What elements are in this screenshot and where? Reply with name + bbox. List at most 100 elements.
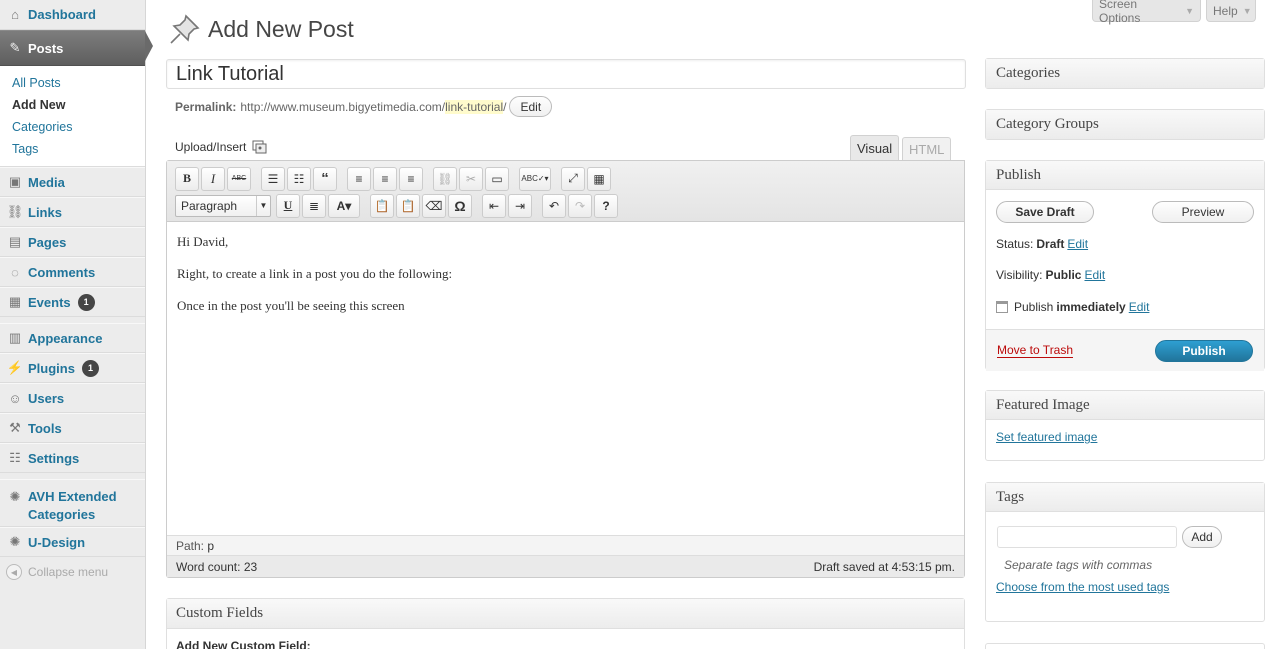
events-count-badge: 1 xyxy=(77,293,95,311)
menu-plugins[interactable]: ⚡ Plugins 1 xyxy=(0,353,145,383)
custom-fields-title[interactable]: Custom Fields xyxy=(167,599,964,629)
menu-u-design[interactable]: ✺ U-Design xyxy=(0,527,145,557)
post-title-input[interactable] xyxy=(166,59,966,89)
underline-button[interactable]: U xyxy=(276,193,300,218)
toolbar-group: ABC✓▾ xyxy=(519,166,553,191)
tags-box-title[interactable]: Tags xyxy=(986,483,1264,512)
eraser-icon[interactable]: ⌫ xyxy=(422,193,446,218)
content-paragraph: Right, to create a link in a post you do… xyxy=(177,266,453,281)
bullet-list-icon[interactable]: ☰ xyxy=(261,166,285,191)
justify-icon[interactable]: ≣ xyxy=(302,193,326,218)
publish-box-title[interactable]: Publish xyxy=(986,161,1264,190)
menu-dashboard-label: Dashboard xyxy=(28,7,96,22)
publish-schedule-edit-link[interactable]: Edit xyxy=(1129,300,1150,314)
submenu-add-new[interactable]: Add New xyxy=(0,94,145,116)
undo-icon[interactable]: ↶ xyxy=(542,193,566,218)
preview-button[interactable]: Preview xyxy=(1152,201,1254,223)
text-color-icon[interactable]: A▾ xyxy=(328,193,360,218)
help-button[interactable]: Help ▼ xyxy=(1206,0,1256,22)
collapse-menu[interactable]: ◀ Collapse menu xyxy=(0,557,145,587)
menu-users[interactable]: ☺ Users xyxy=(0,383,145,413)
chevron-down-icon: ▼ xyxy=(1242,5,1252,16)
menu-settings[interactable]: ☷ Settings xyxy=(0,443,145,473)
menu-posts[interactable]: ✎ Posts xyxy=(0,30,153,66)
menu-links[interactable]: ⛓ Links xyxy=(0,197,145,227)
permalink-edit-button[interactable]: Edit xyxy=(509,96,553,117)
posts-submenu: All Posts Add New Categories Tags xyxy=(0,66,145,167)
menu-tools[interactable]: ⚒ Tools xyxy=(0,413,145,443)
kitchen-sink-icon[interactable]: ▦ xyxy=(587,166,611,191)
menu-events[interactable]: ▦ Events 1 xyxy=(0,287,145,317)
status-row: Status: Draft Edit xyxy=(986,229,1264,259)
menu-comments[interactable]: ◌ Comments xyxy=(0,257,145,287)
tab-visual[interactable]: Visual xyxy=(850,135,900,161)
bold-button[interactable]: B xyxy=(175,166,199,191)
add-tag-button[interactable]: Add xyxy=(1182,526,1222,548)
menu-pages[interactable]: ▤ Pages xyxy=(0,227,145,257)
format-select[interactable]: Paragraph ▼ xyxy=(175,194,271,217)
tags-input[interactable] xyxy=(997,526,1177,548)
move-to-trash-link[interactable]: Move to Trash xyxy=(997,343,1074,358)
editor-content-area[interactable]: Hi David, Right, to create a link in a p… xyxy=(167,222,964,535)
tags-hint: Separate tags with commas xyxy=(1004,558,1153,572)
permalink-slug[interactable]: link-tutorial xyxy=(445,99,504,114)
blockquote-icon[interactable]: “ xyxy=(313,166,337,191)
comment-icon: ◌ xyxy=(11,264,19,280)
tab-html[interactable]: HTML xyxy=(902,137,952,161)
menu-dashboard[interactable]: ⌂ Dashboard xyxy=(0,0,145,30)
align-right-icon[interactable]: ≡ xyxy=(399,166,423,191)
screen-options-button[interactable]: Screen Options ▼ xyxy=(1092,0,1201,25)
page-header: Add New Post xyxy=(168,12,354,46)
menu-u-design-label: U-Design xyxy=(28,534,86,550)
add-custom-field-label: Add New Custom Field: xyxy=(176,639,311,649)
menu-avh-extended-categories[interactable]: ✺ AVH Extended Categories xyxy=(0,479,145,527)
align-center-icon[interactable]: ≡ xyxy=(373,166,397,191)
custom-fields-box: Custom Fields Add New Custom Field: xyxy=(166,598,965,649)
spellcheck-icon[interactable]: ABC✓▾ xyxy=(519,166,551,191)
category-groups-box-title[interactable]: Category Groups xyxy=(986,110,1264,139)
strikethrough-button[interactable]: ABC xyxy=(227,166,251,191)
link-icon: ⛓ xyxy=(6,204,24,219)
status-edit-link[interactable]: Edit xyxy=(1067,237,1088,251)
visibility-edit-link[interactable]: Edit xyxy=(1084,268,1105,282)
featured-image-box-title[interactable]: Featured Image xyxy=(986,391,1264,420)
insert-more-icon[interactable]: ▭ xyxy=(485,166,509,191)
publish-button[interactable]: Publish xyxy=(1155,339,1253,362)
word-count: Word count: 23 xyxy=(176,560,257,574)
unlink-icon[interactable]: ✂ xyxy=(459,166,483,191)
submenu-tags[interactable]: Tags xyxy=(0,138,145,160)
menu-media[interactable]: ▣ Media xyxy=(0,167,145,197)
italic-button[interactable]: I xyxy=(201,166,225,191)
indent-icon[interactable]: ⇥ xyxy=(508,193,532,218)
fullscreen-icon[interactable]: ⤢ xyxy=(561,166,585,191)
align-left-icon[interactable]: ≡ xyxy=(347,166,371,191)
menu-media-label: Media xyxy=(28,174,65,190)
most-used-tags-link[interactable]: Choose from the most used tags xyxy=(996,580,1169,594)
path-value[interactable]: p xyxy=(207,539,214,553)
outdent-icon[interactable]: ⇤ xyxy=(482,193,506,218)
numbered-list-icon[interactable]: ☷ xyxy=(287,166,311,191)
tags-box: Tags Add Separate tags with commas Choos… xyxy=(985,482,1265,622)
insert-link-icon[interactable]: ⛓ xyxy=(433,166,457,191)
menu-avh-line1: AVH Extended xyxy=(28,489,117,504)
paste-word-icon[interactable]: 📋 xyxy=(396,193,420,218)
add-media-icon[interactable] xyxy=(252,140,268,154)
media-icon: ▣ xyxy=(8,174,22,189)
paste-text-icon[interactable]: 📋 xyxy=(370,193,394,218)
set-featured-image-link[interactable]: Set featured image xyxy=(996,430,1097,444)
menu-appearance[interactable]: ▥ Appearance xyxy=(0,323,145,353)
calendar-icon xyxy=(996,300,1008,313)
redo-icon[interactable]: ↷ xyxy=(568,193,592,218)
submenu-all-posts[interactable]: All Posts xyxy=(0,72,145,94)
menu-avh-label: AVH Extended Categories xyxy=(28,488,117,524)
status-label: Status: xyxy=(996,236,1034,251)
page-title: Add New Post xyxy=(208,15,354,42)
help-icon[interactable]: ? xyxy=(594,193,618,218)
permalink-base: http://www.museum.bigyetimedia.com/ xyxy=(240,99,446,114)
categories-box-title[interactable]: Categories xyxy=(986,59,1264,88)
collapse-menu-label: Collapse menu xyxy=(28,565,109,579)
submenu-categories[interactable]: Categories xyxy=(0,116,145,138)
save-draft-button[interactable]: Save Draft xyxy=(996,201,1094,223)
special-character-icon[interactable]: Ω xyxy=(448,193,472,218)
calendar-icon: ▦ xyxy=(8,294,22,309)
